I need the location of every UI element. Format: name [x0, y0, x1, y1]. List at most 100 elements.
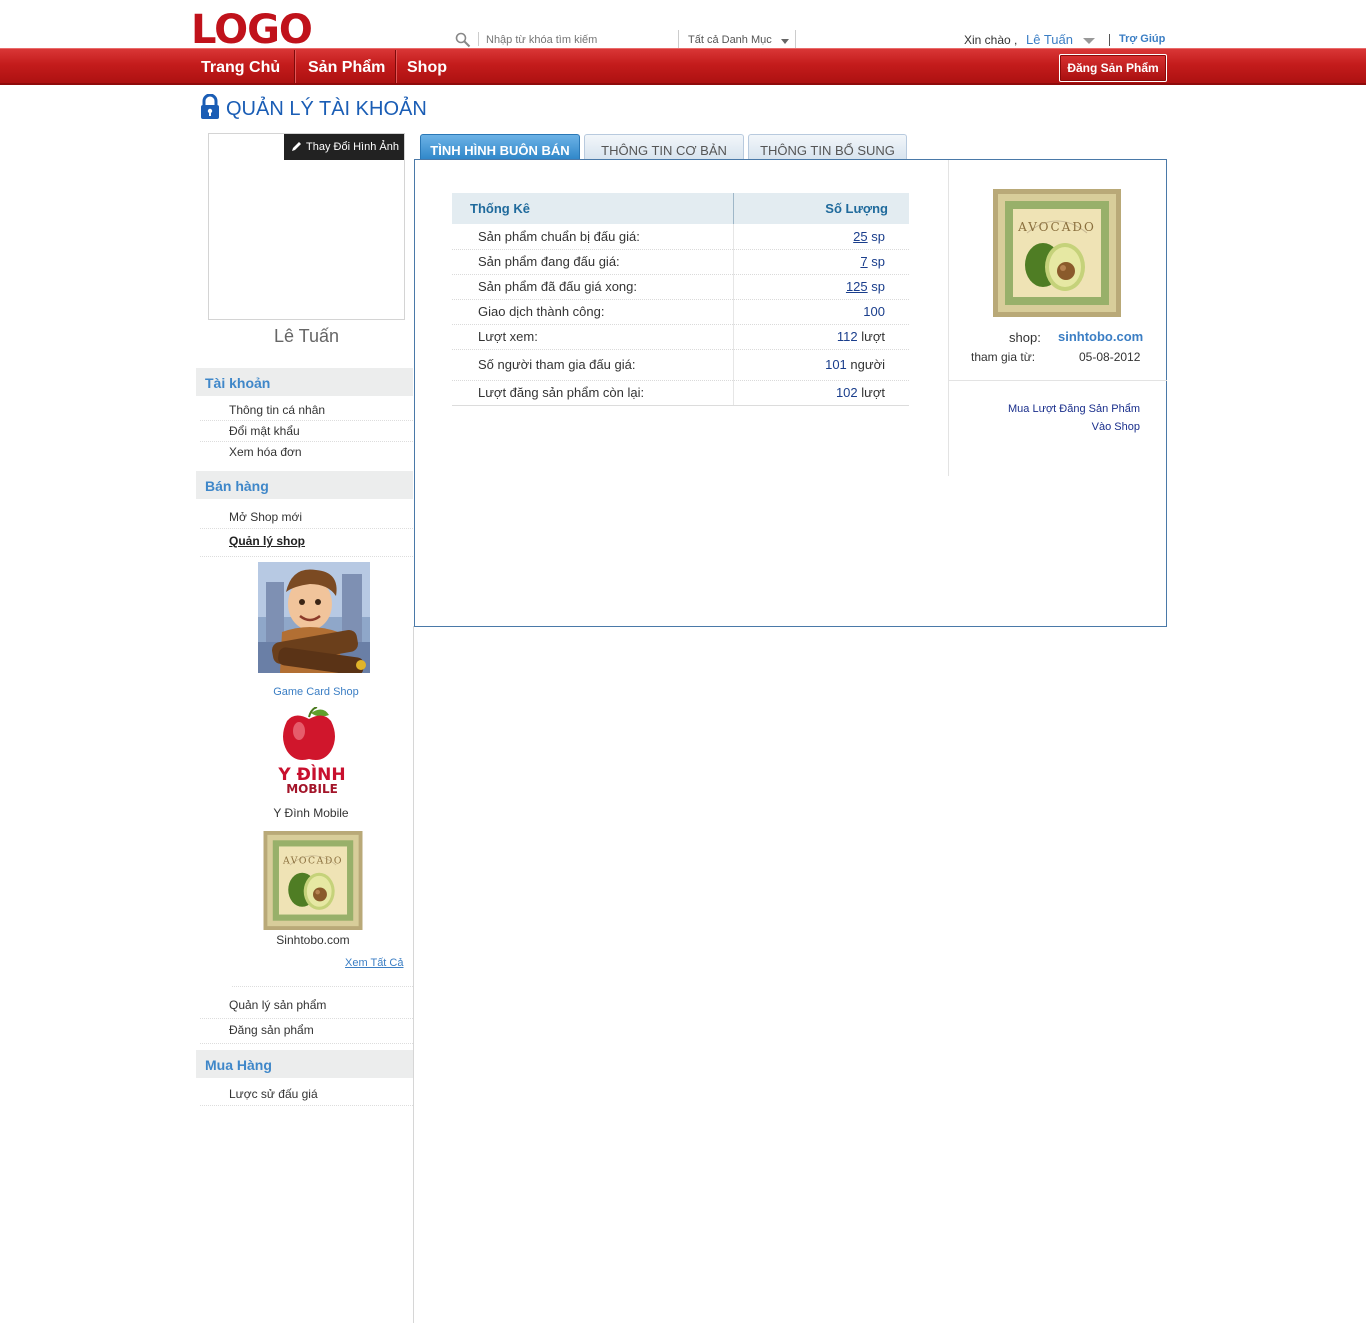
table-row: Sản phẩm đang đấu giá: 7 sp — [452, 249, 909, 275]
profile-name: Lê Tuấn — [273, 326, 340, 346]
sinhtobo-shop-link[interactable]: Sinhtobo.com — [233, 933, 393, 947]
stat-unit: người — [850, 357, 885, 372]
search-bar: Tất cả Danh Mục — [452, 30, 797, 50]
ydinh-mobile-logo[interactable]: Y ĐÌNH MOBILE — [265, 707, 360, 797]
site-logo[interactable]: LOGO — [191, 8, 313, 52]
stat-unit: sp — [871, 254, 885, 269]
stat-value: 112 — [836, 329, 858, 344]
category-select-label: Tất cả Danh Mục — [688, 34, 772, 46]
greeting-text: Xin chào , — [964, 33, 1018, 47]
divider — [949, 380, 1167, 381]
category-select[interactable]: Tất cả Danh Mục — [678, 30, 796, 50]
tab-additional-info[interactable]: THÔNG TIN BỔ SUNG — [748, 134, 907, 160]
stat-value: 101 — [825, 357, 847, 372]
sidebar-section-account: Tài khoản — [196, 368, 413, 396]
divider — [200, 420, 413, 421]
post-product-button[interactable]: Đăng Sản Phẩm — [1059, 54, 1167, 82]
stat-unit: lượt — [861, 329, 885, 344]
tab-basic-info[interactable]: THÔNG TIN CƠ BẢN — [584, 134, 744, 160]
ydinh-logo-line2: MOBILE — [286, 782, 338, 796]
divider — [200, 528, 413, 529]
lock-icon — [201, 94, 219, 119]
buy-posting-credits-link[interactable]: Mua Lượt Đăng Sản Phẩm Vào Shop — [995, 400, 1140, 436]
divider — [200, 556, 413, 557]
stat-value-link[interactable]: 125 — [846, 279, 868, 294]
top-header: LOGO Tất cả Danh Mục Xin chào , Lê Tuấn … — [0, 0, 1366, 52]
table-row: Sản phẩm đã đấu giá xong: 125 sp — [452, 274, 909, 300]
avatar: Thay Đổi Hình Ảnh — [208, 133, 405, 320]
sidebar-section-buying: Mua Hàng — [196, 1050, 413, 1078]
sales-status-panel: Thống Kê Số Lượng Sản phẩm chuẩn bị đấu … — [414, 159, 1167, 627]
search-divider — [478, 32, 479, 46]
sinhtobo-shop-thumbnail[interactable]: AVOCADO — [263, 831, 363, 930]
avocado-logo-text: AVOCADO — [1017, 220, 1096, 234]
column-header-stat: Thống Kê — [452, 193, 734, 224]
buy-link-line1: Mua Lượt Đăng Sản Phẩm — [1008, 403, 1140, 415]
buy-link-line2: Vào Shop — [1091, 421, 1140, 433]
sidebar-item-open-shop[interactable]: Mở Shop mới — [229, 510, 302, 524]
game-card-shop-thumbnail[interactable] — [258, 562, 370, 673]
sidebar-item-invoices[interactable]: Xem hóa đơn — [229, 445, 302, 459]
search-icon[interactable] — [455, 32, 471, 48]
page-title-text: QUẢN LÝ TÀI KHOẢN — [226, 98, 427, 120]
shop-label: shop: — [1009, 330, 1041, 345]
avocado-logo-text: AVOCADO — [282, 855, 343, 866]
divider — [232, 986, 413, 987]
stat-value: 102 — [835, 385, 858, 400]
table-row: Số người tham gia đấu giá: 101 người — [452, 349, 909, 381]
nav-home[interactable]: Trang Chủ — [187, 49, 294, 84]
panel-divider — [948, 160, 949, 476]
sidebar-divider — [413, 626, 414, 1323]
join-date-label: tham gia từ: — [971, 350, 1036, 364]
table-row: Sản phẩm chuẩn bị đấu giá: 25 sp — [452, 224, 909, 250]
tab-sales-status[interactable]: TÌNH HÌNH BUÔN BÁN — [420, 134, 580, 160]
table-row: Giao dịch thành công: 100 — [452, 299, 909, 325]
divider — [200, 1018, 413, 1019]
shop-name-link[interactable]: sinhtobo.com — [1058, 329, 1143, 344]
stat-unit: sp — [871, 279, 885, 294]
sidebar-item-manage-products[interactable]: Quản lý sản phẩm — [229, 998, 326, 1012]
sidebar-item-auction-history[interactable]: Lược sử đấu giá — [229, 1087, 318, 1101]
shop-logo[interactable]: AVOCADO — [993, 189, 1121, 317]
stat-label: Sản phẩm chuẩn bị đấu giá: — [452, 224, 734, 250]
divider — [200, 1105, 413, 1106]
pencil-icon — [292, 142, 301, 151]
column-header-quantity: Số Lượng — [733, 193, 909, 224]
help-link[interactable]: Trợ Giúp — [1119, 33, 1165, 45]
sidebar-item-post-product[interactable]: Đăng sản phẩm — [229, 1023, 314, 1037]
change-photo-label: Thay Đổi Hình Ảnh — [306, 141, 399, 153]
stat-label: Số người tham gia đấu giá: — [452, 349, 734, 381]
ydinh-mobile-link[interactable]: Y Đình Mobile — [231, 806, 391, 820]
table-header: Thống Kê Số Lượng — [452, 193, 909, 224]
change-photo-button[interactable]: Thay Đổi Hình Ảnh — [284, 134, 404, 160]
table-row: Lượt xem: 112 lượt — [452, 324, 909, 350]
user-menu[interactable]: Lê Tuấn — [1026, 32, 1073, 47]
divider — [200, 441, 413, 442]
stat-unit: sp — [871, 228, 885, 244]
stat-value-link[interactable]: 25 — [853, 229, 867, 244]
stat-label: Lượt đăng sản phẩm còn lại: — [452, 380, 734, 406]
sidebar-item-personal-info[interactable]: Thông tin cá nhân — [229, 403, 325, 417]
main-nav: Trang Chủ Sản Phẩm Shop Đăng Sản Phẩm — [0, 48, 1366, 85]
join-date-value: 05-08-2012 — [1079, 350, 1141, 364]
stat-label: Sản phẩm đã đấu giá xong: — [452, 274, 734, 300]
nav-products[interactable]: Sản Phẩm — [294, 49, 399, 84]
help-divider — [1109, 34, 1110, 46]
see-all-shops-link[interactable]: Xem Tất Cả — [345, 957, 404, 969]
nav-shop[interactable]: Shop — [393, 49, 461, 84]
sidebar-section-selling: Bán hàng — [196, 471, 413, 499]
stats-table: Thống Kê Số Lượng Sản phẩm chuẩn bị đấu … — [452, 193, 909, 406]
stat-unit: lượt — [861, 385, 885, 400]
stat-value: 100 — [863, 304, 885, 319]
sidebar-item-manage-shop[interactable]: Quản lý shop — [229, 534, 305, 548]
table-row: Lượt đăng sản phẩm còn lại: 102 lượt — [452, 380, 909, 406]
sidebar-item-change-password[interactable]: Đổi mật khẩu — [229, 424, 300, 438]
divider — [200, 1043, 413, 1044]
chevron-down-icon — [781, 39, 789, 44]
user-menu-chevron-icon[interactable] — [1083, 38, 1095, 44]
stat-value-link[interactable]: 7 — [860, 254, 867, 269]
search-input[interactable] — [486, 32, 676, 48]
game-card-shop-link[interactable]: Game Card Shop — [236, 686, 396, 698]
stat-label: Sản phẩm đang đấu giá: — [452, 249, 734, 275]
stat-label: Lượt xem: — [452, 324, 734, 350]
